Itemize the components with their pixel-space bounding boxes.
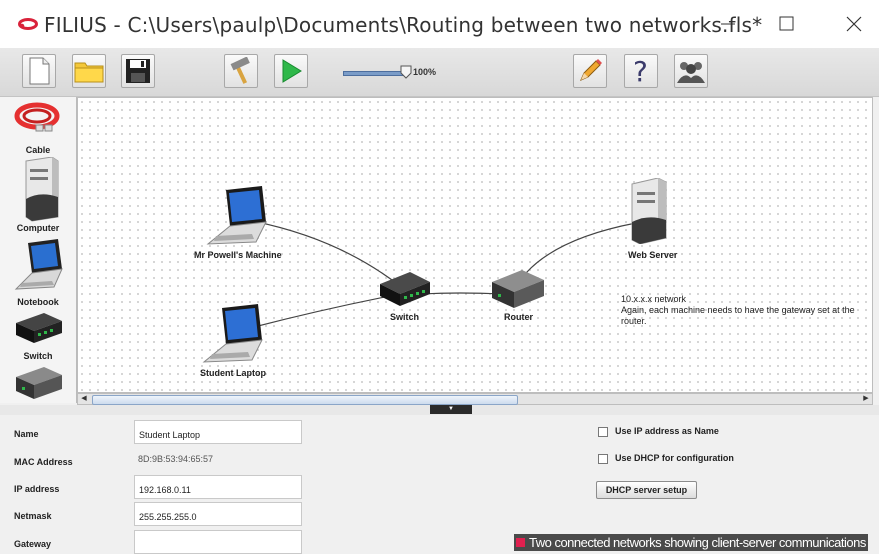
name-label: Name: [14, 429, 39, 439]
use-dhcp-label: Use DHCP for configuration: [615, 453, 734, 463]
palette-item-computer[interactable]: Computer: [0, 155, 76, 235]
close-icon: [846, 16, 862, 32]
palette-item-notebook[interactable]: Notebook: [0, 237, 76, 309]
network-canvas[interactable]: Mr Powell's Machine Student Laptop Switc…: [77, 97, 873, 393]
scroll-left-arrow-icon[interactable]: ◀: [79, 395, 89, 403]
toolbar: 100% ?: [0, 48, 879, 97]
speed-knob[interactable]: [400, 65, 412, 79]
router-icon: [16, 367, 62, 399]
node-label-router: Router: [504, 312, 533, 322]
node-student-laptop-icon[interactable]: [200, 304, 266, 364]
network-note[interactable]: 10.x.x.x network Again, each machine nee…: [621, 294, 871, 327]
new-file-button[interactable]: [22, 54, 56, 88]
gateway-label: Gateway: [14, 539, 52, 549]
svg-text:?: ?: [633, 56, 648, 86]
node-switch-icon[interactable]: [378, 268, 432, 308]
node-router-icon[interactable]: [490, 266, 546, 310]
canvas-horizontal-scrollbar[interactable]: ◀ ▶: [77, 393, 873, 405]
help-question-icon: ?: [633, 56, 648, 86]
ip-address-label: IP address: [14, 484, 60, 494]
design-mode-hammer-icon: [230, 57, 250, 84]
network-links: [251, 220, 637, 328]
component-palette: Cable Computer Notebook Switch: [0, 97, 77, 403]
computer-icon: [25, 157, 59, 222]
speed-value: 100%: [413, 67, 437, 77]
use-ip-as-name-label: Use IP address as Name: [615, 426, 719, 436]
notebook-icon: [14, 239, 63, 290]
palette-label: Cable: [25, 145, 51, 155]
caption-text: Two connected networks showing client-se…: [529, 535, 866, 550]
maximize-button[interactable]: [766, 10, 806, 38]
simulation-play-icon: [282, 59, 302, 83]
node-label-web-server: Web Server: [628, 250, 678, 260]
speed-track: [343, 71, 405, 76]
note-line-1: 10.x.x.x network: [621, 294, 687, 304]
use-ip-as-name-checkbox[interactable]: [598, 427, 608, 437]
palette-label: Computer: [16, 223, 60, 233]
open-button[interactable]: [72, 54, 106, 88]
about-people-icon: [677, 62, 705, 83]
title-bar: FILIUS - C:\Users\paulp\Documents\Routin…: [0, 0, 879, 48]
switch-icon: [16, 313, 62, 343]
node-label-mr-powells-machine: Mr Powell's Machine: [194, 250, 282, 260]
new-file-icon: [29, 57, 50, 85]
node-label-student-laptop: Student Laptop: [200, 368, 266, 378]
gateway-field[interactable]: [134, 530, 302, 554]
simulation-speed-slider[interactable]: 100%: [343, 62, 463, 82]
window-title: FILIUS - C:\Users\paulp\Documents\Routin…: [44, 13, 763, 37]
caption-marker: [516, 538, 525, 547]
scrollbar-thumb[interactable]: [92, 395, 518, 405]
simulation-button[interactable]: [274, 54, 308, 88]
design-mode-button[interactable]: [224, 54, 258, 88]
netmask-field[interactable]: [134, 502, 302, 526]
node-mr-powells-machine-icon[interactable]: [204, 186, 270, 246]
properties-panel: Name MAC Address 8D:9B:53:94:65:57 IP ad…: [0, 415, 879, 554]
maximize-icon: [779, 16, 794, 31]
about-button[interactable]: [674, 54, 708, 88]
edit-button[interactable]: [573, 54, 607, 88]
cable-icon: [14, 102, 60, 132]
minimize-button[interactable]: [708, 10, 748, 38]
edit-pencil-icon: [580, 59, 602, 81]
name-field[interactable]: [134, 420, 302, 444]
save-button[interactable]: [121, 54, 155, 88]
scroll-right-arrow-icon[interactable]: ▶: [861, 395, 871, 403]
palette-label: Notebook: [17, 297, 59, 307]
panel-splitter: ▼: [0, 405, 879, 415]
note-line-2: Again, each machine needs to have the ga…: [621, 305, 855, 326]
figure-caption: Two connected networks showing client-se…: [514, 534, 868, 551]
palette-item-router[interactable]: [0, 363, 76, 403]
minimize-icon: [721, 23, 735, 25]
open-folder-icon: [74, 62, 104, 83]
collapse-panel-button[interactable]: ▼: [430, 405, 472, 414]
palette-item-switch[interactable]: Switch: [0, 309, 76, 365]
use-dhcp-checkbox[interactable]: [598, 454, 608, 464]
filius-logo-icon: [18, 18, 38, 30]
node-web-server-icon[interactable]: [626, 178, 672, 244]
node-label-switch: Switch: [390, 312, 420, 322]
palette-label: Switch: [23, 351, 53, 361]
save-disk-icon: [126, 59, 150, 83]
ip-address-field[interactable]: [134, 475, 302, 499]
netmask-label: Netmask: [14, 511, 52, 521]
close-button[interactable]: [834, 10, 874, 38]
mac-address-value: 8D:9B:53:94:65:57: [138, 454, 214, 464]
palette-item-cable[interactable]: Cable: [0, 101, 76, 157]
help-button[interactable]: ?: [624, 54, 658, 88]
mac-address-label: MAC Address: [14, 457, 73, 467]
dhcp-server-setup-button[interactable]: DHCP server setup: [596, 481, 697, 499]
